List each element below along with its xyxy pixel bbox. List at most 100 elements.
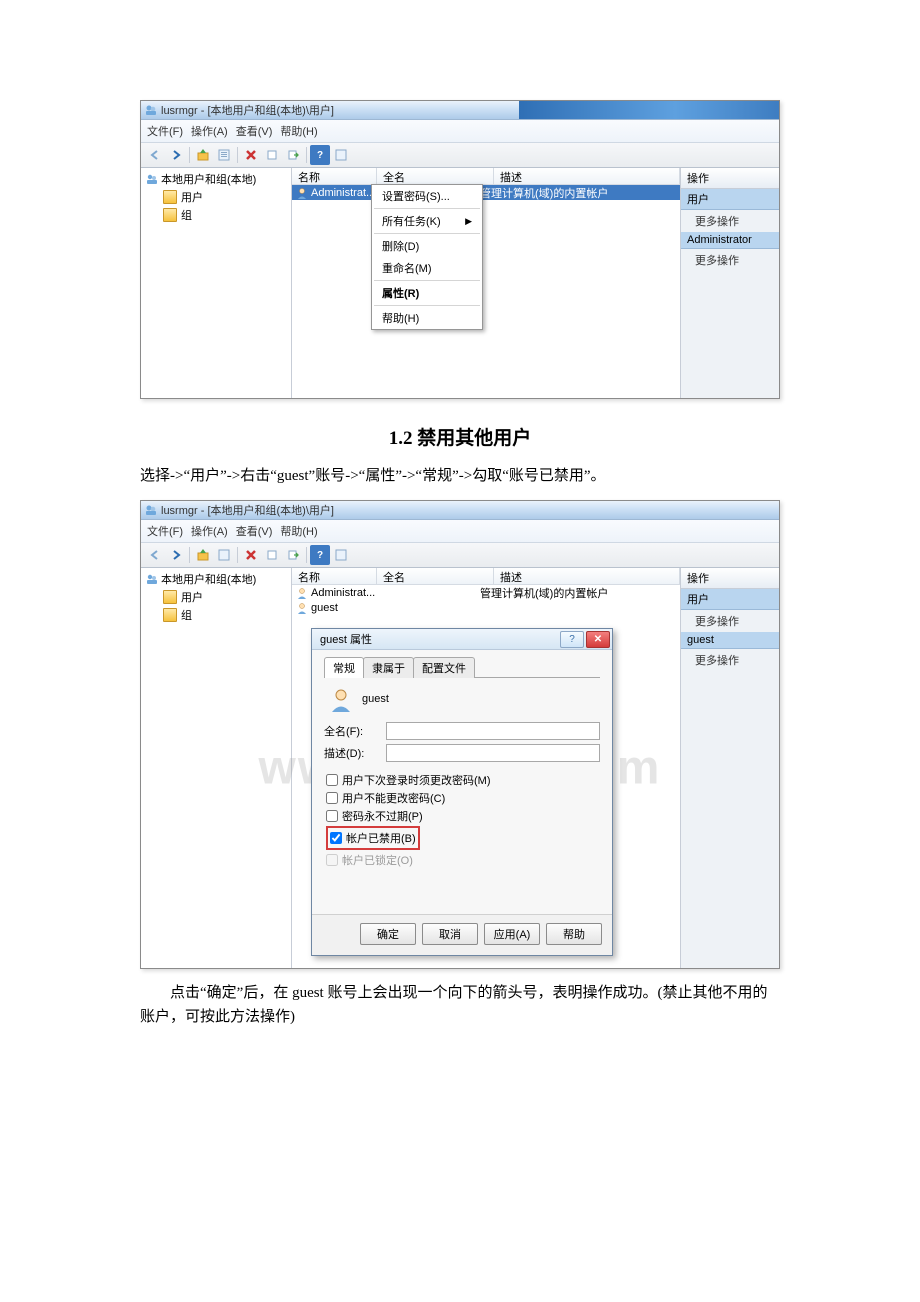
properties-button[interactable] [214,145,234,165]
apply-button[interactable]: 应用(A) [484,923,540,945]
dialog-username: guest [362,693,389,705]
tree-root[interactable]: 本地用户和组(本地) [141,570,291,588]
tree-users[interactable]: 用户 [141,588,291,606]
help-button[interactable]: 帮助 [546,923,602,945]
tree-groups[interactable]: 组 [141,606,291,624]
checkbox-group: 用户下次登录时须更改密码(M) 用户不能更改密码(C) 密码永不过期(P) 帐户… [326,772,600,868]
check-mustchange[interactable]: 用户下次登录时须更改密码(M) [326,772,600,788]
list-header: 名称 全名 描述 [292,568,680,585]
lusrmgr-window-2: lusrmgr - [本地用户和组(本地)\用户] 文件(F) 操作(A) 查看… [140,500,780,969]
col-fullname[interactable]: 全名 [377,168,494,184]
help-button[interactable]: ? [310,545,330,565]
tree-pane: 本地用户和组(本地) 用户 组 [141,568,292,968]
actions-more-2[interactable]: 更多操作 [681,249,779,271]
col-fullname[interactable]: 全名 [377,568,494,584]
group-icon [145,172,159,186]
folder-icon [163,590,177,604]
dialog-title: guest 属性 [320,631,372,647]
help-button[interactable]: ? [310,145,330,165]
ctx-delete[interactable]: 删除(D) [372,235,482,257]
forward-button[interactable] [166,545,186,565]
window-title: lusrmgr - [本地用户和组(本地)\用户] [161,502,334,518]
ctx-rename[interactable]: 重命名(M) [372,257,482,279]
actions-users[interactable]: 用户 [681,589,779,610]
toolbar: ? [141,543,779,568]
ctx-help[interactable]: 帮助(H) [372,307,482,329]
tab-member[interactable]: 隶属于 [363,657,414,678]
check-cannotchange[interactable]: 用户不能更改密码(C) [326,790,600,806]
col-desc[interactable]: 描述 [494,168,680,184]
tree-pane: 本地用户和组(本地) 用户 组 [141,168,292,398]
up-button[interactable] [193,545,213,565]
app-icon [145,504,157,516]
check-neverexpire[interactable]: 密码永不过期(P) [326,808,600,824]
export-button[interactable] [283,545,303,565]
lusrmgr-window-1: lusrmgr - [本地用户和组(本地)\用户] 文件(F) 操作(A) 查看… [140,100,780,399]
properties-button[interactable] [214,545,234,565]
list-button[interactable] [331,545,351,565]
refresh-button[interactable] [262,545,282,565]
dialog-close-button[interactable]: ✕ [586,631,610,648]
tree-groups[interactable]: 组 [141,206,291,224]
refresh-button[interactable] [262,145,282,165]
instruction-2: 点击“确定”后，在 guest 账号上会出现一个向下的箭头号，表明操作成功。(禁… [140,981,780,1029]
list-header: 名称 全名 描述 [292,168,680,185]
tab-profile[interactable]: 配置文件 [413,657,475,678]
menu-view[interactable]: 查看(V) [236,523,273,539]
actions-more-2[interactable]: 更多操作 [681,649,779,671]
tab-general[interactable]: 常规 [324,657,364,678]
export-button[interactable] [283,145,303,165]
user-icon [296,587,308,599]
cancel-button[interactable]: 取消 [422,923,478,945]
actions-guest[interactable]: guest [681,632,779,649]
titlebar: lusrmgr - [本地用户和组(本地)\用户] [141,501,779,520]
col-name[interactable]: 名称 [292,568,377,584]
row-administrator[interactable]: Administrat... 管理计算机(域)的内置帐户 [292,585,680,600]
actions-admin[interactable]: Administrator [681,232,779,249]
col-desc[interactable]: 描述 [494,568,680,584]
menu-action[interactable]: 操作(A) [191,523,228,539]
menu-file[interactable]: 文件(F) [147,523,183,539]
actions-more-1[interactable]: 更多操作 [681,210,779,232]
dialog-help-button[interactable]: ? [560,631,584,648]
col-name[interactable]: 名称 [292,168,377,184]
check-disabled[interactable]: 帐户已禁用(B) [330,830,416,846]
ctx-properties[interactable]: 属性(R) [372,282,482,304]
toolbar-separator [237,147,238,163]
menubar: 文件(F) 操作(A) 查看(V) 帮助(H) [141,120,779,143]
list-pane: 名称 全名 描述 Administrat... 管理计算机(域)的内置帐户 [292,168,681,398]
titlebar: lusrmgr - [本地用户和组(本地)\用户] [141,101,779,120]
menu-file[interactable]: 文件(F) [147,123,183,139]
actions-more-1[interactable]: 更多操作 [681,610,779,632]
dialog-user-header: guest [328,686,600,712]
ok-button[interactable]: 确定 [360,923,416,945]
tree-root[interactable]: 本地用户和组(本地) [141,170,291,188]
instruction-1: 选择->“用户”->右击“guest”账号->“属性”->“常规”->勾取“账号… [140,464,780,488]
menu-action[interactable]: 操作(A) [191,123,228,139]
actions-users[interactable]: 用户 [681,189,779,210]
delete-button[interactable] [241,545,261,565]
delete-button[interactable] [241,145,261,165]
tab-strip: 常规 隶属于 配置文件 [324,656,600,678]
menu-help[interactable]: 帮助(H) [280,123,317,139]
submenu-arrow-icon: ▶ [465,216,472,227]
back-button[interactable] [145,545,165,565]
menu-view[interactable]: 查看(V) [236,123,273,139]
panes: 本地用户和组(本地) 用户 组 名称 全名 描述 [141,168,779,398]
fullname-input[interactable] [386,722,600,740]
row-name: Administrat... [311,187,375,199]
up-button[interactable] [193,145,213,165]
tree-users[interactable]: 用户 [141,188,291,206]
desc-input[interactable] [386,744,600,762]
fullname-label: 全名(F): [324,723,380,739]
back-button[interactable] [145,145,165,165]
ctx-set-password[interactable]: 设置密码(S)... [372,185,482,207]
row-guest[interactable]: guest [292,600,680,615]
forward-button[interactable] [166,145,186,165]
user-icon [328,686,354,712]
menu-help[interactable]: 帮助(H) [280,523,317,539]
list-button[interactable] [331,145,351,165]
row-administrator[interactable]: Administrat... 管理计算机(域)的内置帐户 [292,185,680,200]
toolbar-separator [189,147,190,163]
ctx-all-tasks[interactable]: 所有任务(K)▶ [372,210,482,232]
